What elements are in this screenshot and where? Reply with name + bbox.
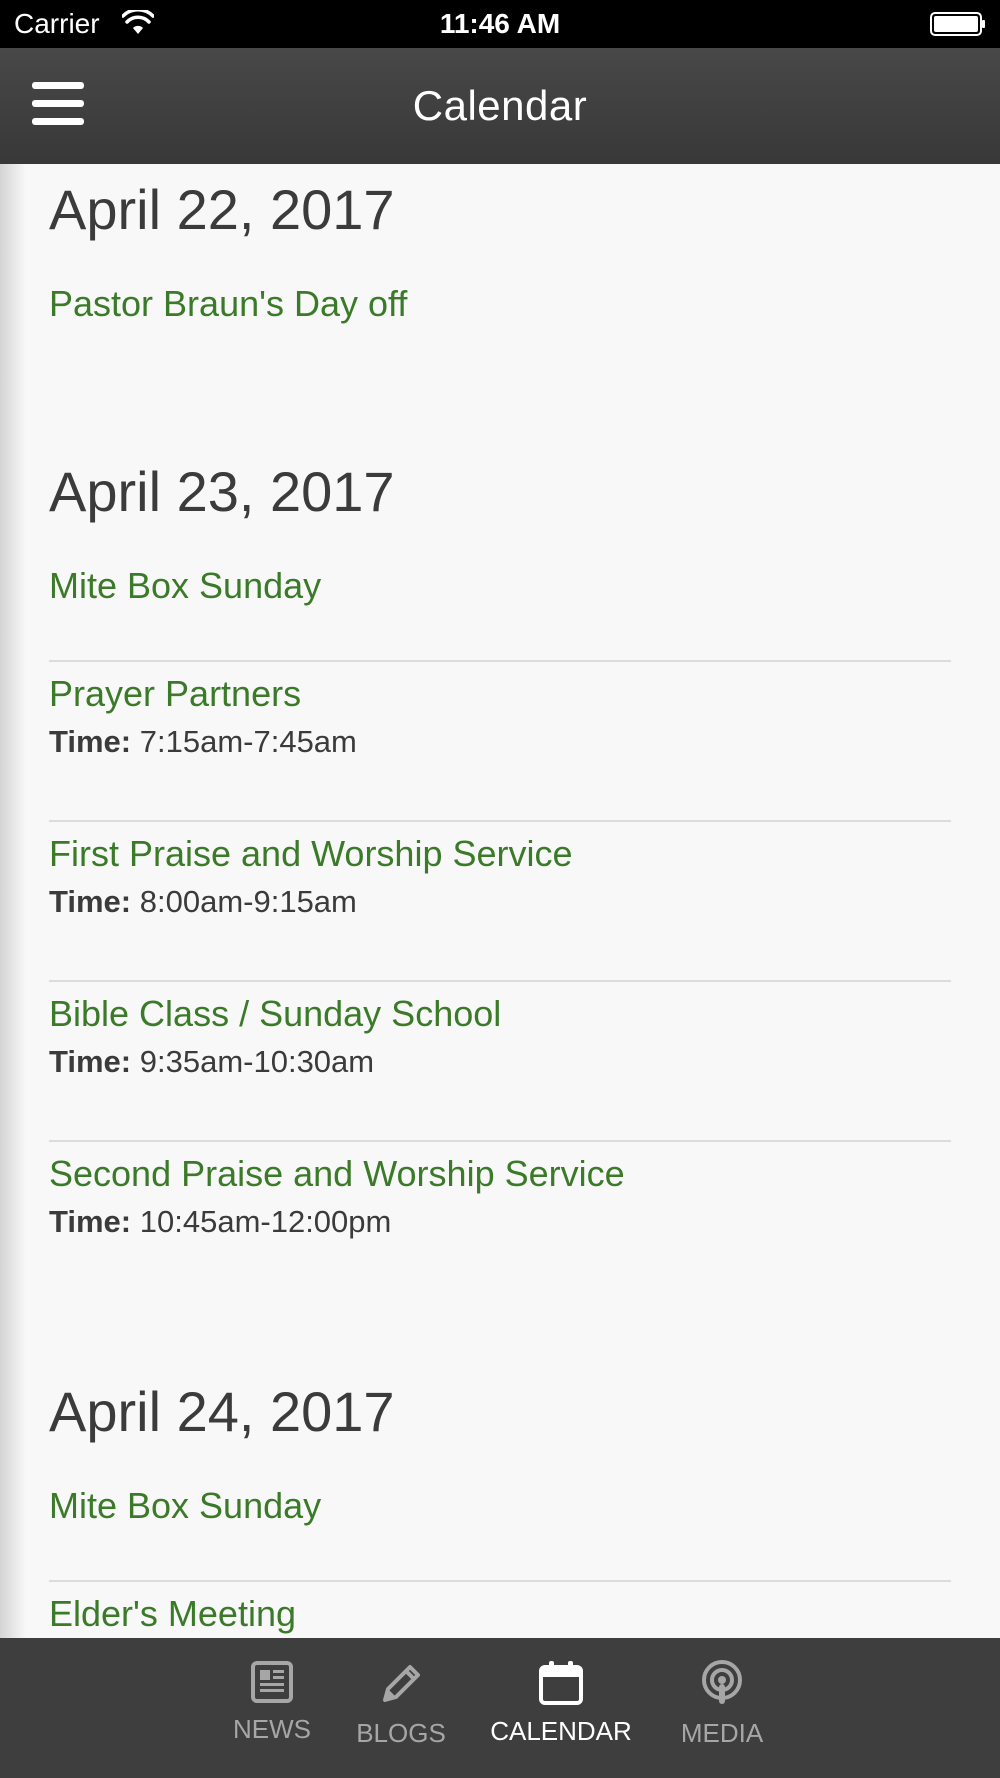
tab-bar: NEWS BLOGS CALENDAR MEDIA [0,1638,1000,1778]
podcast-icon [702,1660,742,1704]
day-heading: April 22, 2017 [49,178,395,241]
divider [49,1140,951,1142]
divider [49,980,951,982]
day-section: April 24, 2017 Mite Box Sunday Elder's M… [49,1380,951,1634]
nav-bar: Calendar [0,48,1000,164]
tab-blogs[interactable]: BLOGS [350,1660,452,1749]
status-time: 11:46 AM [439,8,561,39]
page-title: Calendar [412,82,588,129]
event-time-label: Time: [49,884,132,919]
event-time: Time: 7:15am-7:45am [49,722,951,762]
day-section: April 22, 2017 Pastor Braun's Day off [49,178,951,324]
event-title[interactable]: Mite Box Sunday [49,1484,951,1528]
calendar-list[interactable]: April 22, 2017 Pastor Braun's Day off Ap… [0,164,1000,1638]
calendar-icon [539,1661,583,1705]
event-item[interactable]: Mite Box Sunday [49,564,951,608]
event-time-value: 10:45am-12:00pm [139,1204,392,1239]
tab-calendar[interactable]: CALENDAR [488,1660,634,1747]
divider [49,1580,951,1582]
event-title[interactable]: Second Praise and Worship Service [49,1152,951,1196]
event-time: Time: 10:45am-12:00pm [49,1202,951,1242]
day-heading: April 24, 2017 [49,1380,395,1443]
event-item[interactable]: First Praise and Worship Service Time: 8… [49,832,951,922]
event-title[interactable]: Mite Box Sunday [49,564,951,608]
tab-news[interactable]: NEWS [222,1660,322,1745]
divider [49,820,951,822]
event-time-label: Time: [49,1044,132,1079]
event-item[interactable]: Prayer Partners Time: 7:15am-7:45am [49,672,951,762]
day-heading: April 23, 2017 [49,460,395,523]
event-title[interactable]: Bible Class / Sunday School [49,992,951,1036]
event-time-label: Time: [49,1204,132,1239]
tab-label: CALENDAR [490,1716,632,1746]
tab-label: MEDIA [680,1718,764,1748]
event-item[interactable]: Bible Class / Sunday School Time: 9:35am… [49,992,951,1082]
pencil-icon [383,1665,420,1702]
event-item[interactable]: Elder's Meeting [49,1592,951,1636]
event-time-value: 8:00am-9:15am [139,884,357,919]
tab-label: NEWS [233,1714,311,1744]
event-item[interactable]: Second Praise and Worship Service Time: … [49,1152,951,1242]
event-title[interactable]: Elder's Meeting [49,1592,951,1636]
event-time: Time: 9:35am-10:30am [49,1042,951,1082]
event-title[interactable]: Prayer Partners [49,672,951,716]
tab-label: BLOGS [356,1718,446,1748]
divider [49,660,951,662]
event-item[interactable]: Pastor Braun's Day off [49,282,951,326]
day-section: April 23, 2017 Mite Box Sunday Prayer Pa… [49,460,951,1239]
app-screen: Carrier 11:46 AM Calendar April 22, 2017… [0,0,1000,1778]
newspaper-icon [251,1661,293,1703]
battery-icon [930,12,985,36]
event-item[interactable]: Mite Box Sunday [49,1484,951,1528]
event-time-value: 7:15am-7:45am [139,724,357,759]
event-time-value: 9:35am-10:30am [139,1044,375,1079]
event-title[interactable]: First Praise and Worship Service [49,832,951,876]
event-time: Time: 8:00am-9:15am [49,882,951,922]
event-title[interactable]: Pastor Braun's Day off [49,282,951,326]
tab-media[interactable]: MEDIA [676,1660,768,1749]
status-bar: Carrier 11:46 AM [0,0,1000,48]
drawer-edge-shadow [0,164,26,1638]
event-time-label: Time: [49,724,132,759]
